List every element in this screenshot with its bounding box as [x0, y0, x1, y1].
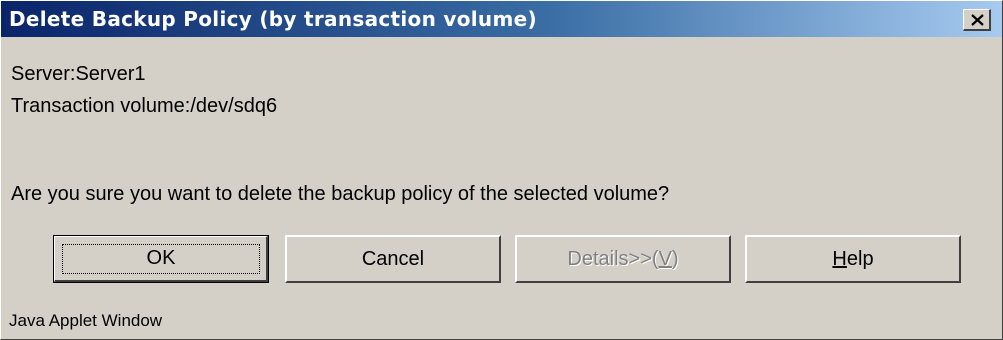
dialog-window: Delete Backup Policy (by transaction vol… — [0, 0, 1003, 340]
details-button-label: Details>>(V) — [567, 248, 678, 270]
ok-button[interactable]: OK — [53, 235, 269, 283]
help-mnemonic: H — [832, 248, 847, 270]
help-button-label: Help — [832, 248, 873, 270]
help-label-rest: elp — [846, 248, 874, 270]
help-button[interactable]: Help — [745, 235, 961, 283]
cancel-button-label: Cancel — [361, 248, 425, 270]
cancel-button[interactable]: Cancel — [285, 235, 501, 283]
close-icon — [971, 14, 984, 26]
ok-button-label: OK — [146, 247, 176, 269]
close-button[interactable] — [963, 9, 991, 31]
title-bar[interactable]: Delete Backup Policy (by transaction vol… — [1, 1, 1002, 37]
details-label-suffix: ) — [671, 248, 679, 270]
confirm-message: Are you sure you want to delete the back… — [11, 183, 670, 205]
dialog-title: Delete Backup Policy (by transaction vol… — [9, 7, 537, 31]
details-mnemonic: V — [658, 248, 672, 270]
details-label-prefix: Details>>( — [567, 248, 659, 270]
server-label: Server:Server1 — [11, 63, 146, 85]
applet-window-footer: Java Applet Window — [9, 311, 163, 330]
transaction-volume-label: Transaction volume:/dev/sdq6 — [11, 95, 278, 117]
details-button[interactable]: Details>>(V) — [515, 235, 731, 283]
